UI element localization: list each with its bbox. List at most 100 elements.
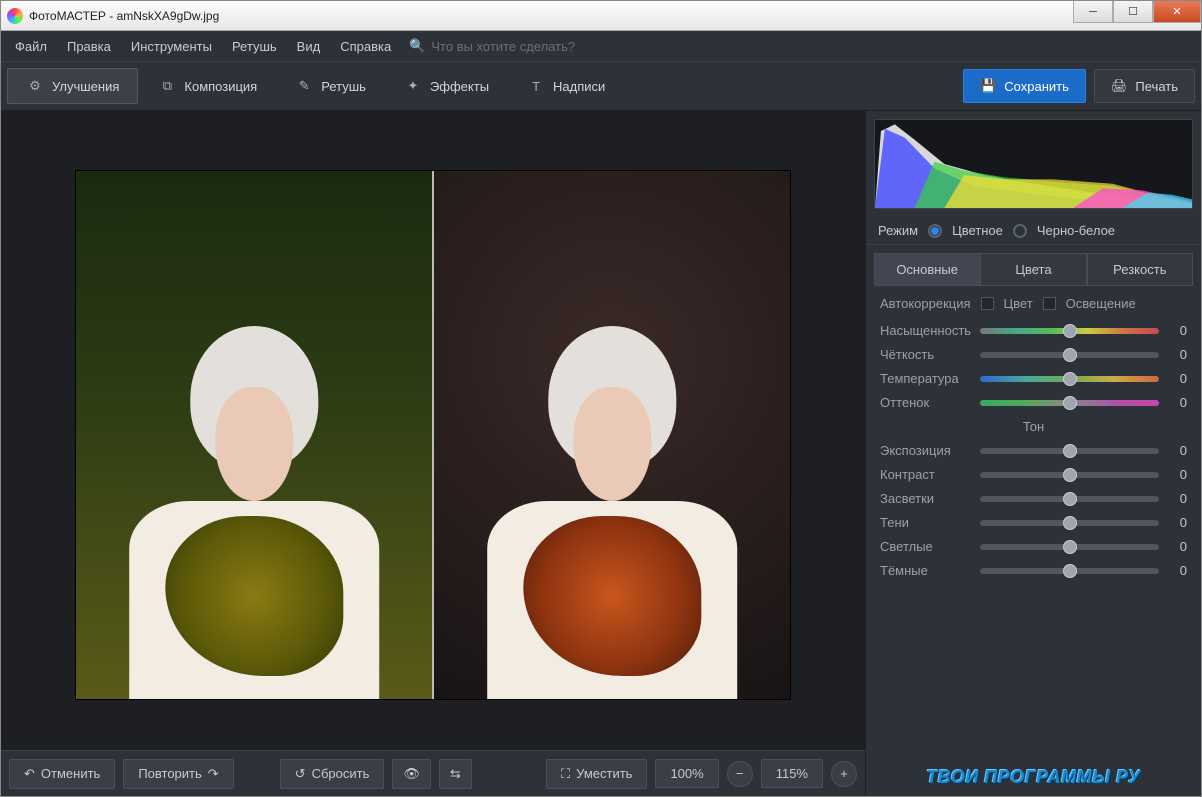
- preview-toggle-button[interactable]: 👁: [392, 759, 431, 789]
- app-window: ФотоМАСТЕР - amNskXA9gDw.jpg ─ ☐ ✕ Файл …: [0, 0, 1202, 797]
- maximize-button[interactable]: ☐: [1113, 1, 1153, 23]
- slider-thumb[interactable]: [1063, 540, 1077, 554]
- slider-row: Светлые 0: [880, 539, 1187, 554]
- save-button[interactable]: 💾Сохранить: [963, 69, 1086, 103]
- app-icon: [7, 8, 23, 24]
- slider-value: 0: [1169, 347, 1187, 362]
- slider-thumb[interactable]: [1063, 444, 1077, 458]
- slider-thumb[interactable]: [1063, 564, 1077, 578]
- reset-button[interactable]: ↺Сбросить: [280, 759, 385, 789]
- slider-thumb[interactable]: [1063, 396, 1077, 410]
- auto-color-label[interactable]: Цвет: [1004, 296, 1033, 311]
- watermark-text: ТВОИ ПРОГРАММЫ РУ: [866, 753, 1201, 796]
- side-tab-colors[interactable]: Цвета: [980, 253, 1086, 286]
- minimize-button[interactable]: ─: [1073, 1, 1113, 23]
- undo-button[interactable]: ↶Отменить: [9, 759, 115, 789]
- tab-retouch[interactable]: ✎ Ретушь: [277, 69, 384, 103]
- close-button[interactable]: ✕: [1153, 1, 1201, 23]
- tab-captions[interactable]: TНадписи: [509, 69, 623, 103]
- tab-retouch-label: Ретушь: [321, 79, 366, 94]
- menu-retouch[interactable]: Ретушь: [222, 33, 287, 60]
- zoom-out-button[interactable]: −: [727, 761, 753, 787]
- slider-track[interactable]: [980, 472, 1159, 478]
- slider-thumb[interactable]: [1063, 372, 1077, 386]
- histogram[interactable]: [874, 119, 1193, 209]
- search-input[interactable]: Что вы хотите сделать?: [431, 39, 575, 54]
- save-label: Сохранить: [1004, 79, 1069, 94]
- menu-tools[interactable]: Инструменты: [121, 33, 222, 60]
- slider-track[interactable]: [980, 520, 1159, 526]
- slider-value: 0: [1169, 395, 1187, 410]
- fit-label: Уместить: [576, 766, 632, 781]
- slider-track[interactable]: [980, 400, 1159, 406]
- zoom-actual-display[interactable]: 115%: [761, 759, 823, 788]
- mode-bw-radio[interactable]: [1013, 224, 1027, 238]
- slider-row: Засветки 0: [880, 491, 1187, 506]
- side-tab-sharp[interactable]: Резкость: [1087, 253, 1193, 286]
- menu-file[interactable]: Файл: [5, 33, 57, 60]
- slider-track[interactable]: [980, 568, 1159, 574]
- auto-color-checkbox[interactable]: [981, 297, 994, 310]
- text-icon: T: [527, 77, 545, 95]
- compare-icon: ⇆: [450, 766, 461, 782]
- bottom-bar: ↶Отменить Повторить ↷ ↺Сбросить 👁 ⇆ ⛶ Умес…: [1, 750, 865, 796]
- mode-color-label[interactable]: Цветное: [952, 223, 1003, 238]
- slider-row: Оттенок 0: [880, 395, 1187, 410]
- slider-value: 0: [1169, 515, 1187, 530]
- slider-track[interactable]: [980, 352, 1159, 358]
- slider-track[interactable]: [980, 376, 1159, 382]
- print-icon: 🖨: [1111, 78, 1128, 94]
- slider-thumb[interactable]: [1063, 492, 1077, 506]
- slider-value: 0: [1169, 467, 1187, 482]
- fit-icon: ⛶: [561, 766, 570, 782]
- slider-label: Экспозиция: [880, 443, 970, 458]
- slider-row: Тени 0: [880, 515, 1187, 530]
- slider-thumb[interactable]: [1063, 324, 1077, 338]
- menu-help[interactable]: Справка: [330, 33, 401, 60]
- slider-label: Тёмные: [880, 563, 970, 578]
- menu-view[interactable]: Вид: [287, 33, 331, 60]
- slider-track[interactable]: [980, 496, 1159, 502]
- side-tab-basic[interactable]: Основные: [874, 253, 980, 286]
- tab-composition-label: Композиция: [184, 79, 257, 94]
- side-panel: Режим Цветное Черно-белое Основные Цвета…: [865, 111, 1201, 796]
- reset-icon: ↺: [295, 766, 306, 782]
- slider-thumb[interactable]: [1063, 468, 1077, 482]
- tab-effects-label: Эффекты: [430, 79, 489, 94]
- slider-thumb[interactable]: [1063, 516, 1077, 530]
- brush-icon: ✎: [295, 77, 313, 95]
- tone-section-title: Тон: [880, 419, 1187, 434]
- slider-label: Насыщенность: [880, 323, 970, 338]
- redo-label: Повторить: [138, 766, 201, 781]
- slider-track[interactable]: [980, 448, 1159, 454]
- image-split-preview[interactable]: [75, 170, 791, 700]
- slider-label: Тени: [880, 515, 970, 530]
- print-button[interactable]: 🖨 Печать: [1094, 69, 1195, 103]
- sliders-icon: ⚙: [26, 77, 44, 95]
- search-icon: 🔍: [409, 38, 425, 54]
- redo-icon: ↷: [208, 766, 219, 782]
- tab-enhance[interactable]: ⚙Улучшения: [7, 68, 138, 104]
- zoom-fit-display[interactable]: 100%: [655, 759, 718, 788]
- auto-light-checkbox[interactable]: [1043, 297, 1056, 310]
- undo-label: Отменить: [41, 766, 100, 781]
- slider-track[interactable]: [980, 328, 1159, 334]
- slider-row: Чёткость 0: [880, 347, 1187, 362]
- mode-bw-label[interactable]: Черно-белое: [1037, 223, 1115, 238]
- tab-effects[interactable]: ✦Эффекты: [386, 69, 507, 103]
- compare-button[interactable]: ⇆: [439, 759, 472, 789]
- mode-color-radio[interactable]: [928, 224, 942, 238]
- slider-track[interactable]: [980, 544, 1159, 550]
- slider-label: Чёткость: [880, 347, 970, 362]
- tab-composition[interactable]: ⧉Композиция: [140, 69, 275, 103]
- print-label: Печать: [1135, 79, 1178, 94]
- slider-row: Тёмные 0: [880, 563, 1187, 578]
- redo-button[interactable]: Повторить ↷: [123, 759, 233, 789]
- menu-edit[interactable]: Правка: [57, 33, 121, 60]
- zoom-in-button[interactable]: +: [831, 761, 857, 787]
- slider-thumb[interactable]: [1063, 348, 1077, 362]
- canvas-area: ↶Отменить Повторить ↷ ↺Сбросить 👁 ⇆ ⛶ Умес…: [1, 111, 865, 796]
- fit-button[interactable]: ⛶ Уместить: [546, 759, 647, 789]
- auto-light-label[interactable]: Освещение: [1066, 296, 1136, 311]
- slider-row: Насыщенность 0: [880, 323, 1187, 338]
